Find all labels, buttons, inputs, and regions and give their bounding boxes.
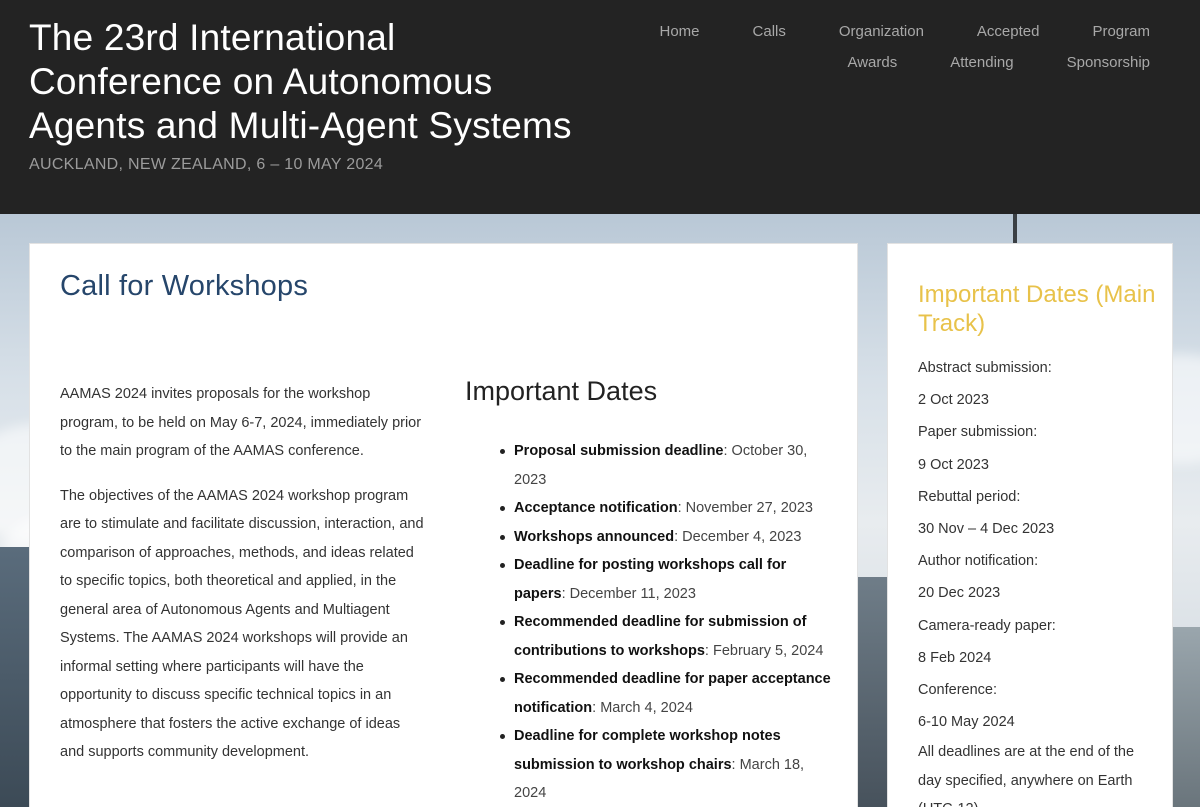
site-header: The 23rd International Conference on Aut… (0, 0, 1200, 214)
sidebar-date-label: Camera-ready paper: (918, 617, 1056, 634)
sidebar-date-value: 2 Oct 2023 (918, 392, 989, 409)
sidebar-dates-list: Abstract submission: 2 Oct 2023 Paper su… (918, 352, 1158, 807)
nav-item-home[interactable]: Home (660, 22, 700, 41)
date-value: : November 27, 2023 (677, 500, 813, 516)
workshop-dates-section: Important Dates Proposal submission dead… (465, 376, 835, 807)
page-title: Call for Workshops (60, 270, 309, 302)
sidebar-date-value: 6-10 May 2024 (918, 714, 1015, 731)
sidebar-date-value: 8 Feb 2024 (918, 649, 992, 666)
sidebar-date-label: Conference: (918, 682, 997, 699)
date-item: Recommended deadline for submission of c… (465, 608, 835, 665)
sidebar-date-value: 20 Dec 2023 (918, 585, 1001, 602)
nav-item-program[interactable]: Program (1092, 22, 1150, 41)
intro-paragraph: The objectives of the AAMAS 2024 worksho… (60, 487, 424, 761)
sidebar-title: Important Dates (Main Track) (918, 281, 1156, 337)
site-title[interactable]: The 23rd International Conference on Aut… (29, 16, 589, 148)
main-content-card: Call for Workshops AAMAS 2024 invites pr… (29, 243, 858, 807)
date-label: Workshops announced (514, 528, 675, 545)
date-item: Acceptance notification: November 27, 20… (465, 494, 835, 523)
date-item: Deadline for posting workshops call for … (465, 551, 835, 608)
nav-item-organization[interactable]: Organization (839, 22, 924, 41)
sidebar-important-dates: Important Dates (Main Track) Abstract su… (887, 243, 1173, 807)
nav-item-awards[interactable]: Awards (847, 53, 897, 72)
sidebar-date-label: Author notification: (918, 553, 1039, 570)
nav-item-sponsorship[interactable]: Sponsorship (1067, 53, 1150, 72)
nav-item-calls[interactable]: Calls (753, 22, 786, 41)
sidebar-date-value: 9 Oct 2023 (918, 456, 989, 473)
date-label: Proposal submission deadline (514, 443, 724, 459)
site-subtitle: AUCKLAND, NEW ZEALAND, 6 – 10 MAY 2024 (29, 156, 384, 173)
dates-heading: Important Dates (465, 376, 658, 406)
sidebar-date-label: Abstract submission: (918, 360, 1052, 376)
date-item: Deadline for complete workshop notes sub… (465, 722, 835, 807)
sidebar-date-label: Paper submission: (918, 424, 1038, 441)
date-label: Acceptance notification (514, 500, 678, 516)
date-value: : February 5, 2024 (704, 642, 824, 659)
date-value: : March 4, 2024 (592, 699, 693, 716)
date-value: : December 11, 2023 (561, 585, 696, 602)
date-item: Workshops announced: December 4, 2023 (465, 523, 835, 552)
dates-list: Proposal submission deadline: October 30… (465, 437, 835, 807)
sidebar-deadline-note: All deadlines are at the end of the day … (918, 744, 1135, 807)
intro-paragraph: AAMAS 2024 invites proposals for the wor… (60, 386, 422, 459)
intro-text: AAMAS 2024 invites proposals for the wor… (60, 380, 428, 783)
date-item: Recommended deadline for paper acceptanc… (465, 665, 835, 722)
main-nav: Home Calls Organization Accepted Program… (590, 22, 1151, 72)
date-item: Proposal submission deadline: October 30… (465, 437, 835, 494)
nav-item-accepted[interactable]: Accepted (977, 22, 1040, 41)
sidebar-date-value: 30 Nov – 4 Dec 2023 (918, 521, 1055, 538)
date-value: : December 4, 2023 (674, 528, 802, 545)
sidebar-date-label: Rebuttal period: (918, 488, 1021, 505)
nav-item-attending[interactable]: Attending (950, 53, 1013, 72)
